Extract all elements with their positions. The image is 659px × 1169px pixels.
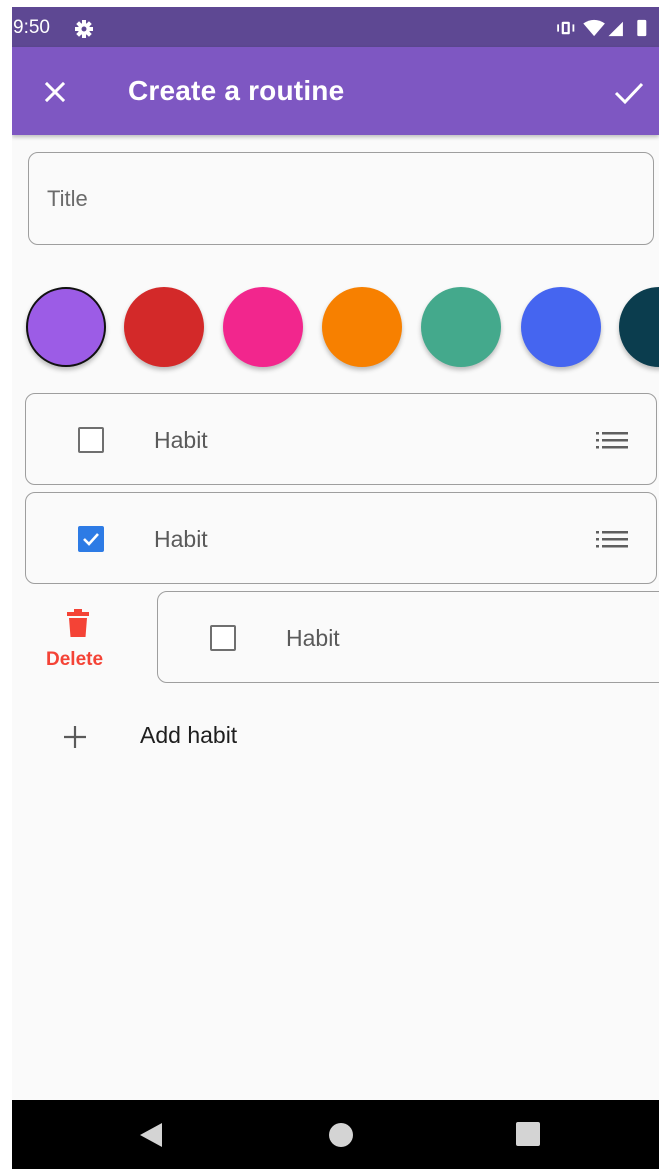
- color-swatch-pink[interactable]: [223, 287, 303, 367]
- habit-row[interactable]: Habit: [25, 393, 657, 485]
- close-icon[interactable]: [40, 77, 70, 107]
- vibrate-icon: [557, 21, 575, 35]
- check-icon: [83, 533, 99, 546]
- signal-icon: [608, 21, 623, 37]
- settings-gear-icon: [75, 20, 93, 38]
- system-nav-bar: [12, 1100, 659, 1169]
- add-habit-button[interactable]: Add habit: [62, 712, 322, 762]
- habit-label: Habit: [286, 625, 340, 651]
- habit-checkbox[interactable]: [78, 526, 104, 552]
- wifi-icon: [583, 19, 605, 37]
- plus-icon: [64, 726, 86, 748]
- color-swatch-dark-teal[interactable]: [619, 287, 659, 367]
- status-time: 9:50: [13, 17, 50, 38]
- reorder-handle-icon[interactable]: [596, 430, 628, 450]
- status-bar: 9:50: [12, 7, 659, 47]
- habit-row[interactable]: Habit: [25, 492, 657, 584]
- delete-label: Delete: [46, 649, 104, 670]
- delete-button[interactable]: Delete: [40, 609, 116, 679]
- title-input[interactable]: [47, 183, 627, 215]
- status-icons: [557, 19, 647, 37]
- color-swatch-orange[interactable]: [322, 287, 402, 367]
- battery-icon: [637, 19, 647, 37]
- color-swatch-blue[interactable]: [521, 287, 601, 367]
- app-bar: Create a routine: [12, 47, 659, 135]
- color-swatch-red[interactable]: [124, 287, 204, 367]
- habit-row-swiped[interactable]: Habit: [157, 591, 659, 683]
- habit-label: Habit: [154, 526, 208, 552]
- page-title: Create a routine: [128, 75, 345, 106]
- recents-icon[interactable]: [516, 1122, 540, 1146]
- add-habit-label: Add habit: [140, 722, 238, 748]
- screen: 9:50 Create a routine Title Habit Habit …: [12, 7, 659, 1169]
- reorder-handle-icon[interactable]: [596, 529, 628, 549]
- home-icon[interactable]: [328, 1122, 354, 1148]
- habit-checkbox[interactable]: [78, 427, 104, 453]
- trash-icon: [67, 609, 89, 637]
- color-swatch-purple[interactable]: [26, 287, 106, 367]
- title-field[interactable]: [28, 152, 654, 245]
- color-swatch-teal[interactable]: [421, 287, 501, 367]
- habit-checkbox[interactable]: [210, 625, 236, 651]
- habit-label: Habit: [154, 427, 208, 453]
- check-icon[interactable]: [612, 77, 646, 107]
- back-icon[interactable]: [138, 1121, 164, 1149]
